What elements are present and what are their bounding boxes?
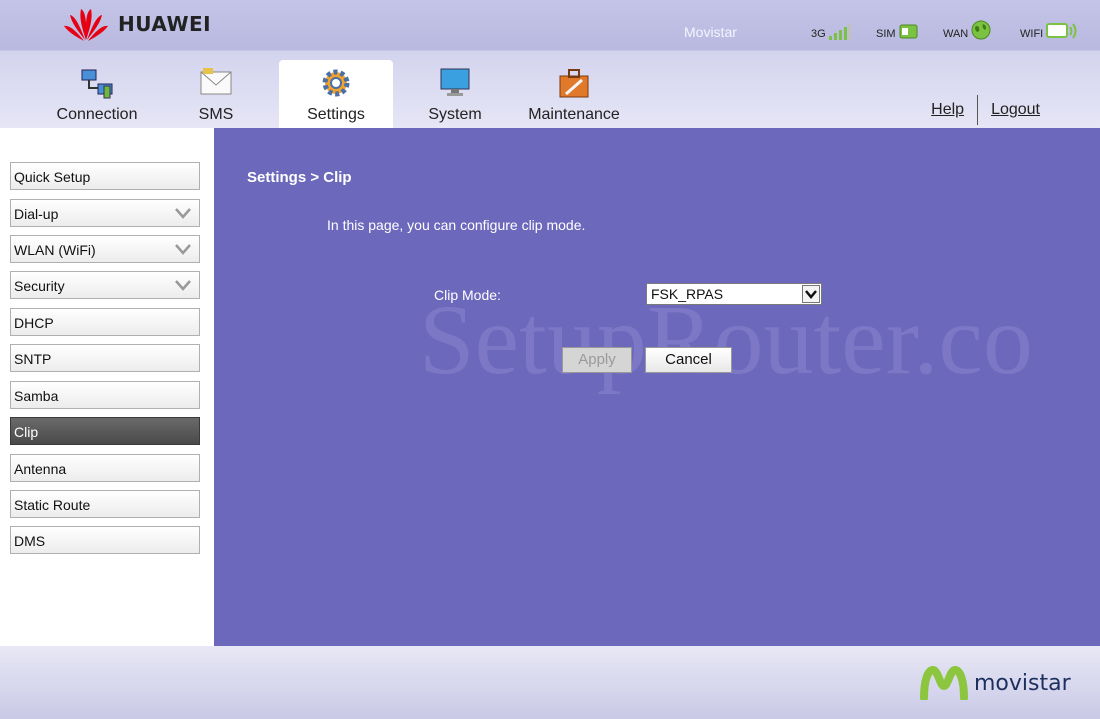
status-3g: 3G [811,20,851,40]
tab-label: System [428,106,482,123]
status-wifi: WIFI [1020,20,1078,40]
tab-label: Connection [56,106,138,123]
sidebar-item-security[interactable]: Security [10,271,200,299]
huawei-logo: HUAWEI [62,6,211,42]
status-sim-label: SIM [876,28,896,40]
footer: movistar [0,646,1100,719]
page-description: In this page, you can configure clip mod… [327,217,586,233]
page-title: Settings > Clip [247,169,352,186]
sidebar-item-samba[interactable]: Samba [10,381,200,409]
sidebar-item-wlan[interactable]: WLAN (WiFi) [10,235,200,263]
envelope-icon [200,68,232,95]
status-wan-label: WAN [943,28,969,40]
watermark: SetupRouter.co [419,284,1033,395]
cancel-button[interactable]: Cancel [645,347,732,373]
sidebar-item-antenna[interactable]: Antenna [10,454,200,482]
signal-bars-icon [828,24,851,40]
tab-connection[interactable]: Connection [40,60,154,128]
tab-settings[interactable]: Settings [279,60,393,128]
sidebar-item-label: SNTP [14,351,52,367]
main-content: SetupRouter.co Settings > Clip In this p… [214,128,1100,646]
sidebar-item-label: Quick Setup [14,169,91,185]
chevron-down-icon [805,290,817,299]
sidebar-item-label: DMS [14,533,46,549]
sidebar-item-static-route[interactable]: Static Route [10,490,200,518]
sidebar-item-label: Security [14,278,65,294]
sidebar-item-label: Samba [14,388,59,404]
sim-card-icon [899,24,918,39]
movistar-wordmark: movistar [974,670,1071,696]
clip-mode-select[interactable]: FSK_RPAS [646,283,822,305]
sidebar-item-dhcp[interactable]: DHCP [10,308,200,336]
chevron-down-icon [175,244,191,255]
help-divider [977,95,979,125]
sidebar-item-dms[interactable]: DMS [10,526,200,554]
toolbox-icon [559,69,589,98]
status-wifi-label: WIFI [1020,28,1044,40]
tab-maintenance[interactable]: Maintenance [516,60,632,128]
sidebar-item-label: Static Route [14,497,91,513]
status-wan: WAN [943,20,991,40]
sidebar-item-label: Dial-up [14,206,59,222]
monitor-icon [440,68,470,96]
operator-name: Movistar [684,24,737,40]
gear-icon [322,69,350,97]
tab-sms[interactable]: SMS [159,60,273,128]
sidebar-item-label: Antenna [14,461,67,477]
sidebar-item-dial-up[interactable]: Dial-up [10,199,200,227]
chevron-down-icon [175,280,191,291]
sidebar: Quick Setup Dial-up WLAN (WiFi) Security… [0,128,214,646]
sidebar-item-quick-setup[interactable]: Quick Setup [10,162,200,190]
chevron-down-icon [175,208,191,219]
tab-label: SMS [198,106,234,123]
movistar-m-icon [920,666,968,700]
wifi-icon [1046,23,1077,39]
help-links: Help Logout [931,94,1040,126]
tab-label: Settings [307,106,365,123]
sidebar-item-sntp[interactable]: SNTP [10,344,200,372]
network-computers-icon [81,69,113,99]
header: HUAWEI Movistar 3G SIM WAN WIFI Connecti… [0,0,1100,128]
sidebar-item-clip[interactable]: Clip [10,417,200,445]
dropdown-arrow[interactable] [802,285,820,303]
sidebar-item-label: Clip [14,424,39,440]
status-3g-label: 3G [811,28,826,40]
sidebar-item-label: DHCP [14,315,54,331]
globe-icon [971,20,991,40]
huawei-flower-icon [64,9,108,41]
clip-mode-value: FSK_RPAS [651,286,724,302]
help-link[interactable]: Help [931,101,964,119]
sidebar-item-label: WLAN (WiFi) [14,242,96,258]
tab-system[interactable]: System [398,60,512,128]
brand-name: HUAWEI [118,12,212,36]
tab-label: Maintenance [528,106,620,123]
clip-mode-label: Clip Mode: [434,287,501,303]
logout-link[interactable]: Logout [991,101,1040,119]
apply-button[interactable]: Apply [562,347,632,373]
status-sim: SIM [876,20,919,40]
movistar-logo: movistar [920,666,1071,700]
